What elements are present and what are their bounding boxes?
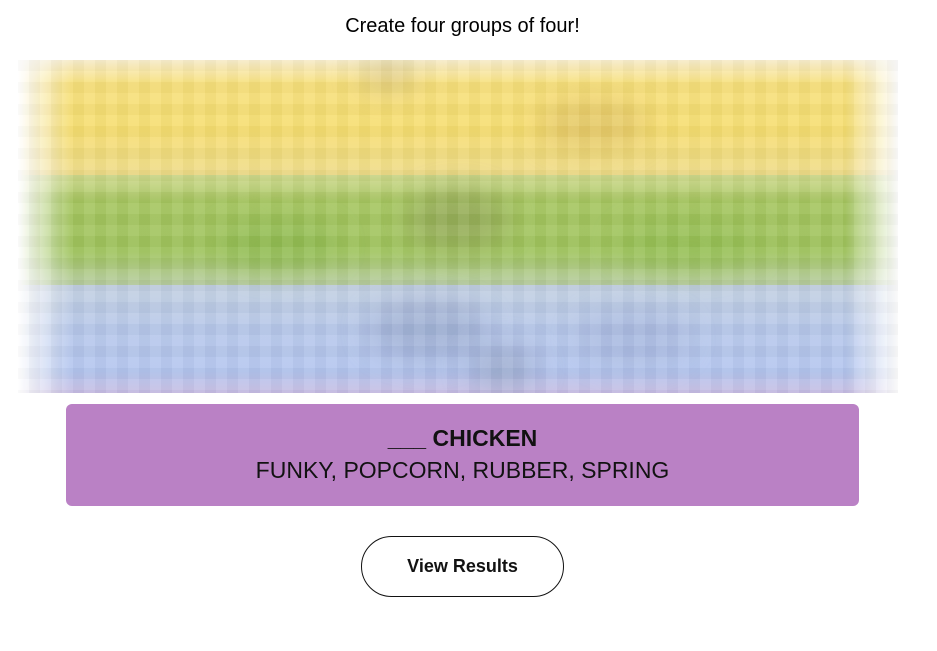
view-results-button[interactable]: View Results <box>361 536 564 597</box>
solved-group-purple: ___ CHICKEN FUNKY, POPCORN, RUBBER, SPRI… <box>66 404 859 506</box>
blurred-solved-groups <box>18 60 898 393</box>
game-page: Create four groups of four! ___ CHICKEN … <box>0 0 937 651</box>
group-category-title: ___ CHICKEN <box>387 425 538 451</box>
pixelation-overlay <box>18 60 898 393</box>
group-member-words: FUNKY, POPCORN, RUBBER, SPRING <box>255 457 670 483</box>
instructions-text: Create four groups of four! <box>345 15 580 37</box>
